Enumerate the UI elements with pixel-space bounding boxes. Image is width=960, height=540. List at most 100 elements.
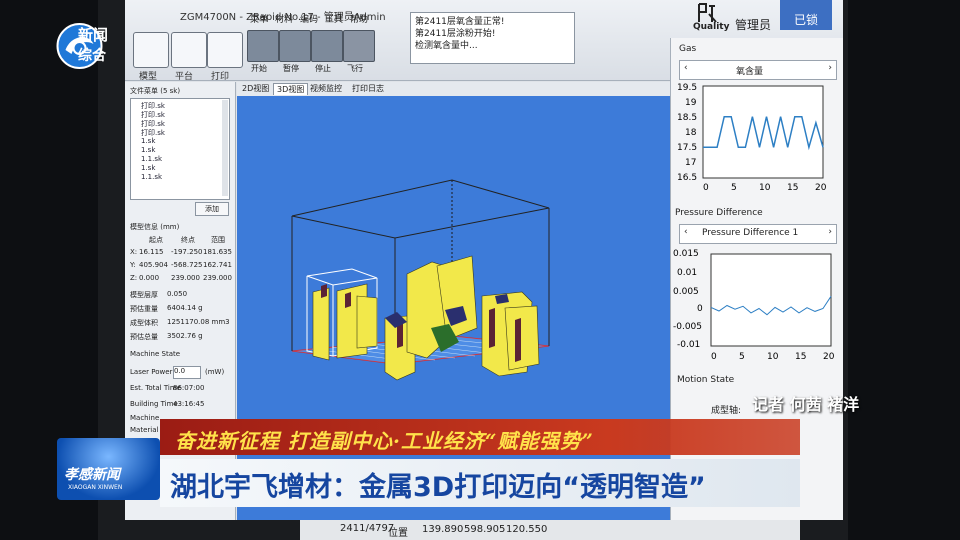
model-info-header: 模型信息 (mm) [130, 223, 180, 231]
flight-button[interactable] [343, 30, 375, 62]
chevron-left-icon[interactable]: ‹ [684, 63, 688, 73]
flight-label: 飞行 [347, 64, 363, 73]
build-volume-render [291, 179, 550, 381]
list-item[interactable]: 1.sk [141, 164, 155, 172]
headline-slogan: 奋进新征程 打造副中心·工业经济“赋能强势” [175, 429, 594, 453]
menu-item[interactable]: 工具 [325, 12, 343, 25]
x-tick: 10 [759, 183, 771, 192]
x-tick: 20 [823, 352, 835, 362]
cell: -197.250 [171, 248, 203, 256]
print-tool-label: 打印 [211, 72, 230, 82]
y-tick: 18.5 [677, 113, 697, 123]
model-tool-button[interactable] [133, 32, 169, 68]
pause-button[interactable] [279, 30, 311, 62]
stop-button[interactable] [311, 30, 343, 62]
position-label: 位置 [388, 528, 408, 539]
print-tool-button[interactable] [207, 32, 243, 68]
list-item[interactable]: 1.1.sk [141, 155, 162, 163]
3d-viewport[interactable] [237, 72, 764, 520]
info-value: 6404.14 g [167, 304, 203, 312]
col-header: 范围 [211, 236, 225, 244]
cell: 16.115 [139, 248, 164, 256]
oxygen-chart-title: 氧含量 [736, 67, 764, 77]
list-item[interactable]: 1.sk [141, 137, 155, 145]
info-key: 模型层厚 [130, 291, 158, 299]
pos-y: 598.905 [464, 524, 506, 535]
file-list-title: 文件菜单 (5 sk) [130, 87, 181, 95]
info-key: 预估重量 [130, 305, 158, 313]
cell: 239.000 [203, 274, 232, 282]
pressure-chart-title: Pressure Difference 1 [702, 228, 799, 238]
file-list[interactable]: 打印.sk 打印.sk 打印.sk 打印.sk 1.sk 1.sk 1.1.sk… [130, 98, 230, 200]
pressure-section-title: Pressure Difference [675, 208, 763, 218]
stop-label: 停止 [315, 64, 331, 73]
message-line: 检测氧含量中... [415, 41, 478, 51]
x-tick: 0 [703, 183, 709, 192]
y-tick: -0.005 [673, 322, 702, 332]
building-time-label: Building Time [130, 400, 178, 408]
program-badge-subtitle: XIAOGAN XINWEN [68, 484, 123, 491]
gas-section-title: Gas [679, 44, 697, 54]
scrollbar[interactable] [222, 100, 228, 196]
y-tick: 18 [685, 128, 697, 138]
cell: 162.741 [203, 261, 232, 269]
cell: -568.725 [171, 261, 203, 269]
cell: 0.000 [139, 274, 160, 282]
add-button[interactable]: 添加 [195, 202, 229, 216]
chevron-right-icon[interactable]: › [828, 63, 832, 73]
row-key: X: [130, 248, 138, 256]
chevron-left-icon[interactable]: ‹ [684, 227, 688, 237]
laser-power-select[interactable]: 0.0 [173, 366, 201, 379]
pressure-selector[interactable]: ‹ Pressure Difference 1 › [679, 224, 837, 244]
chevron-right-icon[interactable]: › [828, 227, 832, 237]
y-tick: 17.5 [677, 143, 697, 153]
quality-label: Quality [693, 22, 730, 32]
lock-button[interactable]: 已锁 [780, 0, 832, 30]
machine-state-label: Machine State [130, 350, 181, 358]
layer-counter: 2411/4797 [340, 523, 395, 534]
cell: 181.635 [203, 248, 232, 256]
tab-video-monitor[interactable]: 视频监控 [307, 83, 345, 94]
tab-3d-view[interactable]: 3D视图 [273, 83, 309, 95]
col-header: 起点 [149, 236, 163, 244]
menu-item[interactable]: 材料 [275, 12, 293, 25]
forming-axis-label: 成型轴: [711, 406, 742, 416]
tab-print-log[interactable]: 打印日志 [349, 83, 387, 94]
tab-2d-view[interactable]: 2D视图 [239, 83, 272, 94]
list-item[interactable]: 1.1.sk [141, 173, 162, 181]
x-tick: 0 [711, 352, 717, 362]
menu-item[interactable]: 编码 [300, 12, 318, 25]
x-tick: 10 [767, 352, 779, 362]
menu-item[interactable]: 菜单 [250, 12, 268, 25]
start-button[interactable] [247, 30, 279, 62]
channel-name-line2: 综合 [78, 48, 106, 64]
machine-label: Machine [130, 414, 160, 422]
list-item[interactable]: 1.sk [141, 146, 155, 154]
platform-tool-button[interactable] [171, 32, 207, 68]
y-tick: 19.5 [677, 83, 697, 93]
cell: 239.000 [171, 274, 200, 282]
message-line: 第2411层涂粉开始! [415, 29, 496, 39]
col-header: 终点 [181, 236, 195, 244]
x-tick: 15 [787, 183, 798, 192]
channel-name-line1: 新闻 [78, 26, 109, 44]
laser-power-label: Laser Power [130, 368, 173, 376]
cell: 405.904 [139, 261, 168, 269]
y-tick: 16.5 [677, 173, 697, 183]
status-messages: 第2411层氧含量正常! 第2411层涂粉开始! 检测氧含量中... [410, 12, 575, 64]
menu-item[interactable]: 帮助 [350, 12, 368, 25]
y-tick: 0 [697, 304, 703, 314]
y-tick: 17 [685, 158, 696, 168]
building-time-value: 43:16:45 [173, 400, 205, 408]
y-tick: 19 [685, 98, 697, 108]
oxygen-selector[interactable]: ‹ 氧含量 › [679, 60, 837, 80]
motion-state-label: Motion State [677, 375, 735, 385]
admin-label[interactable]: 管理员 [735, 16, 771, 33]
oxygen-chart: 19.5 19 18.5 18 17.5 17 16.5 0 5 10 15 2… [677, 83, 827, 192]
row-key: Y: [130, 261, 136, 269]
y-tick: -0.01 [677, 340, 700, 350]
info-value: 1251170.08 mm3 [167, 318, 230, 326]
y-tick: 0.01 [677, 268, 697, 278]
info-value: 0.050 [167, 290, 188, 298]
laser-unit: (mW) [205, 368, 225, 376]
